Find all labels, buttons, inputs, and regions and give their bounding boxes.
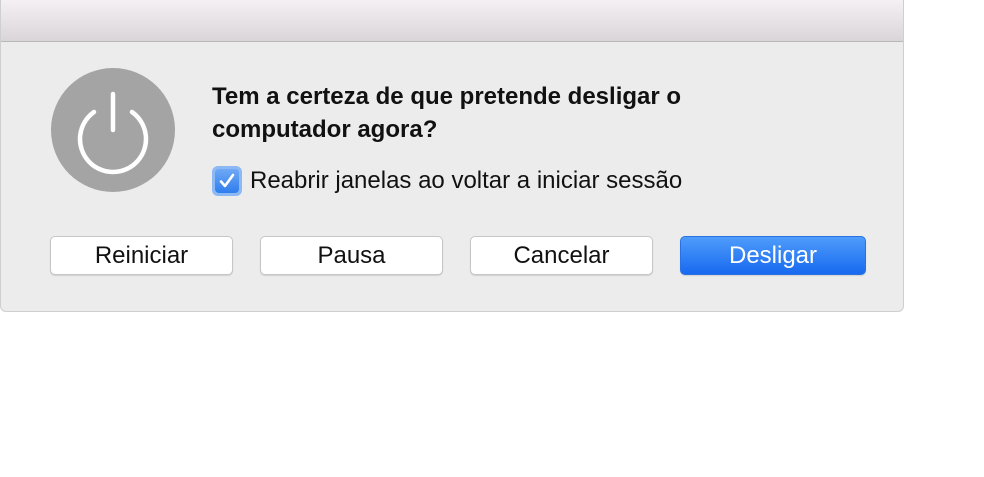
shutdown-button[interactable]: Desligar [680,236,866,275]
cancel-button[interactable]: Cancelar [470,236,653,275]
dialog-titlebar[interactable] [1,0,903,42]
reopen-windows-checkbox[interactable] [212,166,242,196]
shutdown-dialog: Tem a certeza de que pretende desligar o… [0,0,904,312]
power-icon [51,68,175,192]
sleep-button[interactable]: Pausa [260,236,443,275]
checkmark-icon [215,169,239,193]
dialog-question: Tem a certeza de que pretende desligar o… [212,83,682,143]
reopen-windows-option[interactable]: Reabrir janelas ao voltar a iniciar sess… [212,163,682,199]
reopen-windows-label[interactable]: Reabrir janelas ao voltar a iniciar sess… [250,167,682,195]
restart-button[interactable]: Reiniciar [50,236,233,275]
